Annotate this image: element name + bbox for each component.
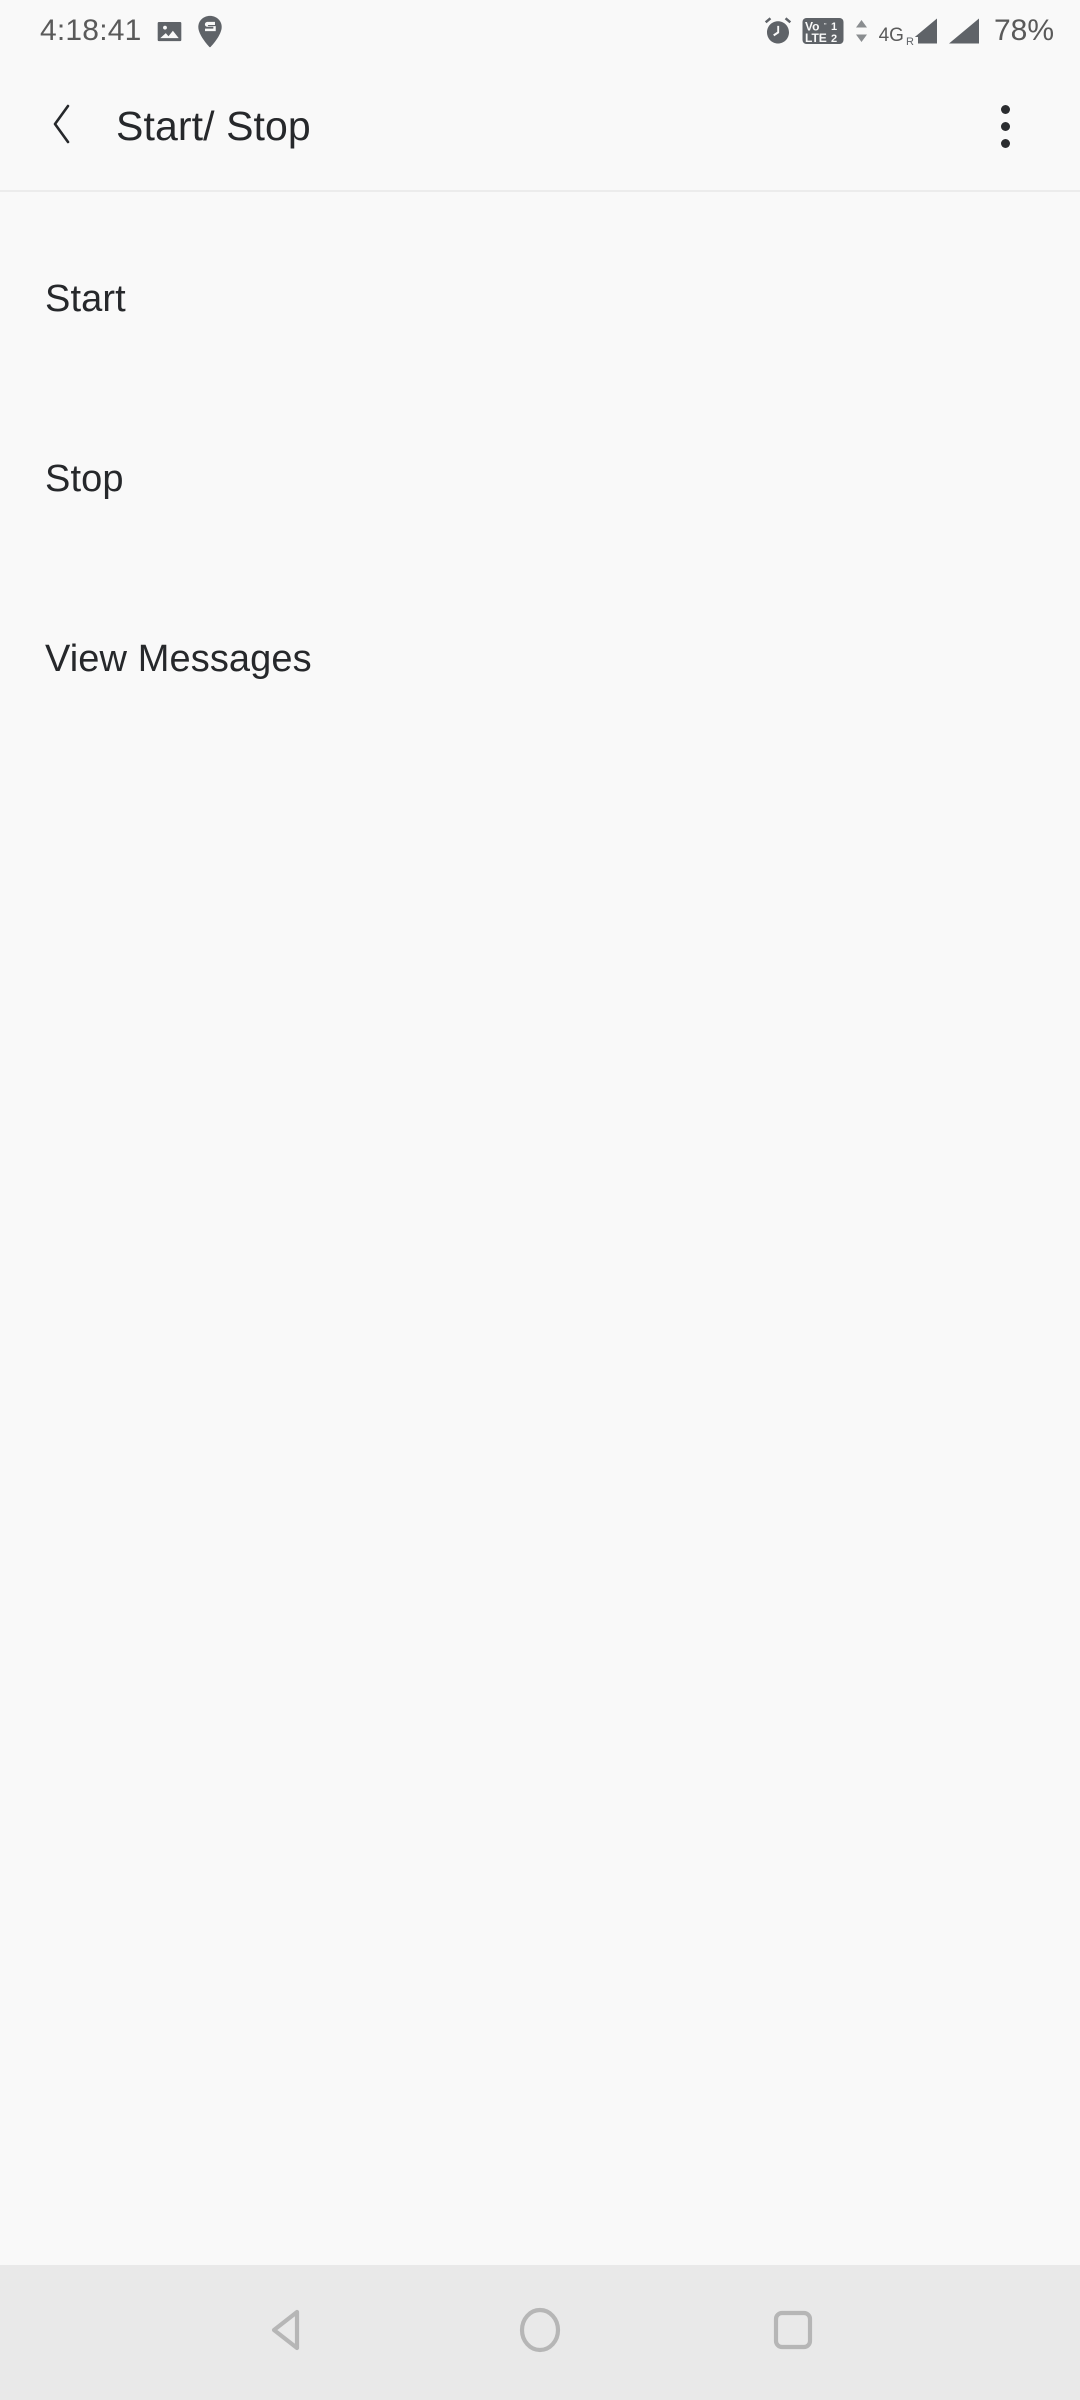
list-item-label: Start [45, 278, 126, 320]
alarm-icon [763, 16, 793, 46]
network-type-label: 4G [878, 25, 904, 46]
nav-home-button[interactable] [485, 2278, 595, 2388]
svg-text:2: 2 [831, 33, 837, 45]
more-vertical-icon-dot-2 [1000, 121, 1010, 131]
app-bar: Start/ Stop [0, 62, 1080, 190]
options-list: Start Stop View Messages [0, 192, 1080, 2265]
page-title: Start/ Stop [116, 102, 311, 149]
back-triangle-icon [265, 2307, 309, 2358]
more-options-button[interactable] [968, 89, 1042, 163]
svg-text:R: R [906, 36, 914, 45]
back-button[interactable] [30, 94, 94, 158]
more-vertical-icon-dot-3 [1000, 138, 1010, 148]
home-circle-icon [518, 2306, 562, 2359]
list-item-label: View Messages [45, 638, 312, 680]
list-item-label: Stop [45, 458, 124, 500]
status-clock: 4:18:41 [40, 14, 142, 47]
phone-screen: 4:18:41 Vo " 1 LTE 2 4G R 78% Start/ Sto… [0, 0, 1080, 2400]
status-bar: 4:18:41 Vo " 1 LTE 2 4G R 78% [0, 0, 1080, 62]
svg-text:LTE: LTE [805, 31, 827, 45]
list-item-start[interactable]: Start [0, 280, 1080, 460]
recents-square-icon [773, 2310, 813, 2355]
system-navigation-bar [0, 2265, 1080, 2400]
signal-bars-sim2-icon [947, 17, 980, 45]
status-bar-left: 4:18:41 [40, 14, 223, 48]
more-vertical-icon-dot-1 [1000, 104, 1010, 114]
signal-bars-sim1-icon: 4G R [879, 17, 938, 45]
status-bar-right: Vo " 1 LTE 2 4G R 78% [763, 14, 1054, 48]
nav-back-button[interactable] [232, 2278, 342, 2388]
chevron-left-icon [49, 103, 75, 150]
gallery-icon [156, 18, 183, 45]
location-pin-icon [197, 15, 223, 48]
battery-percent-label: 78% [993, 14, 1054, 47]
svg-text:1: 1 [831, 21, 837, 33]
volte-dual-sim-icon: Vo " 1 LTE 2 [802, 16, 844, 46]
data-transfer-arrows-icon [853, 18, 870, 44]
nav-recents-button[interactable] [738, 2278, 848, 2388]
list-item-stop[interactable]: Stop [0, 460, 1080, 640]
list-item-view-messages[interactable]: View Messages [0, 640, 1080, 820]
